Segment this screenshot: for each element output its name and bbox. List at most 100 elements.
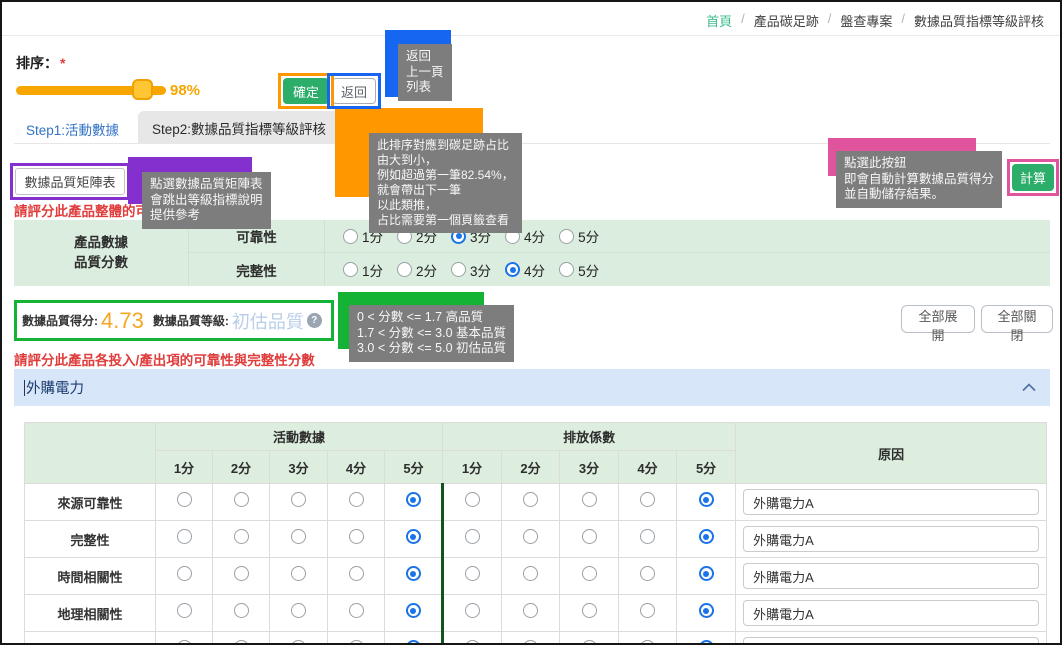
radio-icon[interactable] [640, 529, 655, 544]
collapse-all-button[interactable]: 全部關閉 [981, 305, 1053, 333]
radio-cell-activity-2[interactable] [213, 632, 270, 645]
radio-icon[interactable] [582, 566, 597, 581]
radio-cell-activity-1[interactable] [156, 521, 213, 558]
radio-icon[interactable] [640, 492, 655, 507]
radio-icon[interactable] [582, 603, 597, 618]
radio-cell-emission-1[interactable] [443, 632, 502, 645]
radio-cell-emission-3[interactable] [560, 521, 619, 558]
panel-header-purchased-electricity[interactable]: 外購電力 [14, 369, 1050, 406]
radio-cell-activity-1[interactable] [156, 484, 213, 521]
score-option-5[interactable]: 5分 [559, 260, 599, 280]
radio-icon[interactable] [699, 529, 714, 544]
radio-icon[interactable] [349, 529, 364, 544]
radio-icon[interactable] [349, 566, 364, 581]
radio-icon[interactable] [349, 492, 364, 507]
radio-cell-emission-3[interactable] [560, 595, 619, 632]
radio-icon[interactable] [699, 566, 714, 581]
radio-icon[interactable] [177, 492, 192, 507]
radio-cell-emission-2[interactable] [502, 484, 560, 521]
breadcrumb-item-inventory-project[interactable]: 盤查專案 [840, 11, 892, 30]
radio-icon[interactable] [234, 492, 249, 507]
radio-icon[interactable] [523, 566, 538, 581]
radio-icon[interactable] [177, 640, 192, 645]
score-option-2[interactable]: 2分 [397, 260, 437, 280]
radio-cell-emission-4[interactable] [619, 632, 677, 645]
radio-cell-activity-4[interactable] [328, 558, 385, 595]
radio-icon[interactable] [177, 529, 192, 544]
radio-cell-emission-1[interactable] [443, 558, 502, 595]
radio-icon[interactable] [406, 640, 421, 645]
radio-icon[interactable] [397, 262, 412, 277]
radio-cell-emission-5[interactable] [677, 632, 736, 645]
radio-cell-emission-5[interactable] [677, 521, 736, 558]
radio-cell-emission-1[interactable] [443, 595, 502, 632]
radio-cell-activity-4[interactable] [328, 484, 385, 521]
radio-cell-emission-3[interactable] [560, 632, 619, 645]
radio-cell-activity-5[interactable] [385, 595, 443, 632]
radio-cell-emission-5[interactable] [677, 484, 736, 521]
radio-cell-emission-4[interactable] [619, 558, 677, 595]
radio-icon[interactable] [234, 640, 249, 645]
radio-icon[interactable] [699, 492, 714, 507]
radio-icon[interactable] [523, 603, 538, 618]
radio-cell-emission-2[interactable] [502, 521, 560, 558]
radio-icon[interactable] [505, 262, 520, 277]
data-quality-matrix-button[interactable]: 數據品質矩陣表 [15, 168, 125, 195]
back-button[interactable]: 返回 [332, 78, 376, 104]
radio-cell-emission-4[interactable] [619, 521, 677, 558]
radio-icon[interactable] [523, 640, 538, 645]
radio-icon[interactable] [291, 492, 306, 507]
radio-cell-emission-1[interactable] [443, 484, 502, 521]
help-icon[interactable]: ? [307, 313, 322, 328]
radio-icon[interactable] [699, 603, 714, 618]
calculate-button[interactable]: 計算 [1012, 164, 1054, 191]
radio-icon[interactable] [465, 529, 480, 544]
radio-icon[interactable] [559, 229, 574, 244]
tab-step1-activity-data[interactable]: Step1:活動數據 [26, 119, 119, 139]
reason-input[interactable] [743, 600, 1039, 626]
radio-cell-activity-1[interactable] [156, 595, 213, 632]
radio-cell-activity-4[interactable] [328, 632, 385, 645]
reason-input[interactable] [743, 526, 1039, 552]
radio-icon[interactable] [582, 529, 597, 544]
radio-cell-activity-4[interactable] [328, 521, 385, 558]
radio-cell-activity-1[interactable] [156, 558, 213, 595]
radio-icon[interactable] [465, 640, 480, 645]
radio-icon[interactable] [582, 640, 597, 645]
radio-icon[interactable] [343, 229, 358, 244]
radio-icon[interactable] [406, 492, 421, 507]
radio-icon[interactable] [291, 603, 306, 618]
radio-cell-activity-2[interactable] [213, 521, 270, 558]
radio-icon[interactable] [465, 492, 480, 507]
radio-icon[interactable] [349, 603, 364, 618]
radio-icon[interactable] [406, 529, 421, 544]
radio-icon[interactable] [465, 566, 480, 581]
radio-cell-emission-3[interactable] [560, 558, 619, 595]
radio-icon[interactable] [291, 529, 306, 544]
radio-icon[interactable] [582, 492, 597, 507]
breadcrumb-home[interactable]: 首頁 [706, 11, 732, 30]
radio-icon[interactable] [559, 262, 574, 277]
radio-cell-activity-3[interactable] [270, 558, 328, 595]
radio-icon[interactable] [291, 640, 306, 645]
radio-icon[interactable] [234, 566, 249, 581]
radio-icon[interactable] [523, 492, 538, 507]
radio-icon[interactable] [234, 603, 249, 618]
radio-cell-activity-5[interactable] [385, 632, 443, 645]
sort-slider-handle[interactable] [132, 79, 153, 100]
score-option-5[interactable]: 5分 [559, 226, 599, 246]
score-option-3[interactable]: 3分 [451, 260, 491, 280]
tab-step2-data-quality[interactable]: Step2:數據品質指標等級評核 [138, 111, 340, 144]
radio-cell-activity-5[interactable] [385, 521, 443, 558]
radio-icon[interactable] [640, 603, 655, 618]
radio-cell-activity-3[interactable] [270, 484, 328, 521]
radio-icon[interactable] [349, 640, 364, 645]
radio-cell-activity-2[interactable] [213, 558, 270, 595]
chevron-up-icon[interactable] [1022, 383, 1036, 392]
reason-input[interactable] [743, 563, 1039, 589]
radio-cell-activity-1[interactable] [156, 632, 213, 645]
radio-icon[interactable] [523, 529, 538, 544]
radio-cell-activity-3[interactable] [270, 521, 328, 558]
radio-icon[interactable] [465, 603, 480, 618]
reason-input[interactable] [743, 489, 1039, 515]
